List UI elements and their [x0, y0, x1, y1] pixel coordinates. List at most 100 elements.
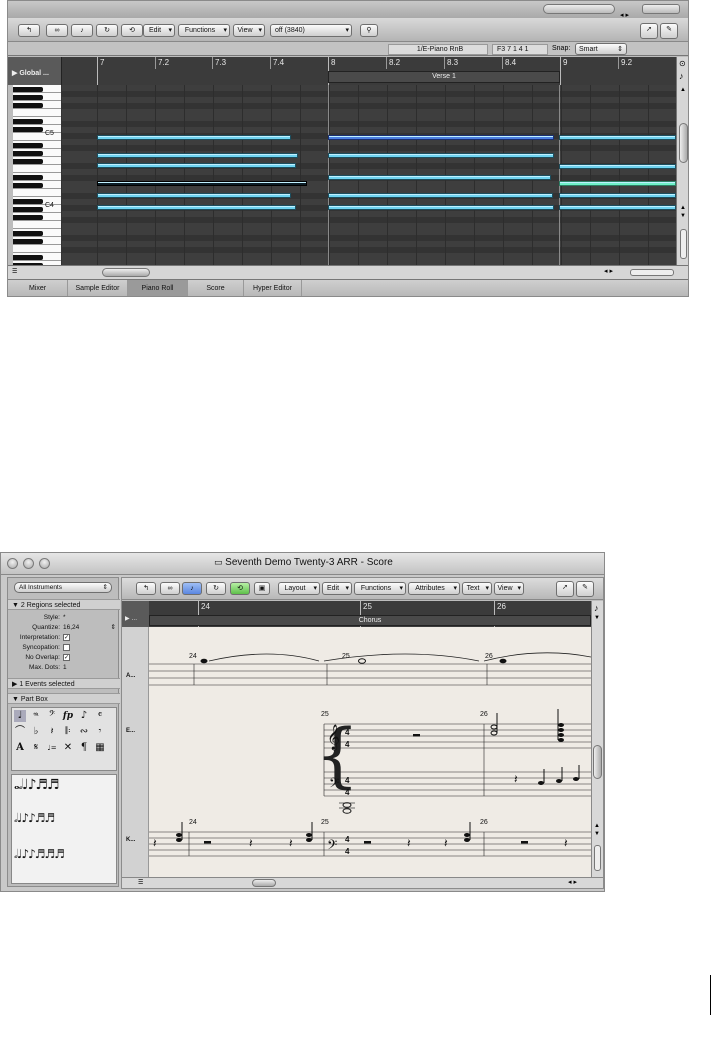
midi-note[interactable] [559, 181, 676, 186]
black-key[interactable] [13, 183, 43, 188]
pencil-tool[interactable]: ✎ [576, 581, 594, 597]
note-values-icon[interactable]: 𝅝𝅗𝅥♩♪♬♬ [14, 777, 60, 793]
midi-note[interactable] [97, 205, 296, 210]
time-sig-icon[interactable]: 𝄴 [94, 710, 106, 722]
tab-hyper-editor[interactable]: Hyper Editor [244, 280, 302, 296]
paragraph-icon[interactable]: ¶ [78, 742, 90, 754]
black-key[interactable] [13, 239, 43, 244]
dynamics-icon[interactable]: fp [62, 710, 74, 722]
tab-piano-roll[interactable]: Piano Roll [128, 280, 188, 296]
region-param[interactable]: No Overlap: ✓ [8, 653, 120, 662]
link-button[interactable]: ∞ [46, 24, 68, 37]
black-key[interactable] [13, 103, 43, 108]
black-key[interactable] [13, 175, 43, 180]
functions-menu[interactable]: Functions [354, 582, 406, 595]
midi-note[interactable] [559, 164, 676, 169]
attributes-menu[interactable]: Attributes [408, 582, 460, 595]
marker-chorus[interactable]: Chorus [149, 615, 591, 626]
tab-mixer[interactable]: Mixer [8, 280, 68, 296]
track-label[interactable]: A... [126, 673, 135, 679]
score-page[interactable]: { 𝄞 𝄢 4 4 4 4 𝄽 𝄢 4 4 𝄽 𝄽 𝄽 𝄽 𝄽 𝄽 24 25 … [149, 627, 591, 877]
score-horizontal-scrollbar[interactable]: ☰ ◂ ▸ [122, 877, 603, 888]
ornament-icon[interactable]: ♪ [78, 710, 90, 722]
cross-icon[interactable]: ✕ [62, 742, 74, 754]
vertical-zoom-slider[interactable] [594, 845, 601, 871]
scroll-arrows-icon[interactable]: ◂ ▸ [568, 878, 577, 886]
text-menu[interactable]: Text [462, 582, 492, 595]
in-button[interactable]: ↻ [96, 24, 118, 37]
midi-note[interactable] [97, 153, 298, 158]
catch-button[interactable]: ⚲ [360, 24, 378, 37]
white-key[interactable] [13, 165, 61, 173]
pedal-icon[interactable]: 𝆮 [30, 710, 42, 722]
capture-button[interactable]: ⟲ [230, 582, 250, 595]
param-value[interactable]: ✓ [63, 633, 70, 641]
region-param[interactable]: Style: * [8, 613, 120, 622]
region-param[interactable]: Max. Dots: 1 [8, 663, 120, 672]
scroll-arrows-icon[interactable]: ◂ ▸ [604, 267, 613, 275]
view-menu[interactable]: View [494, 582, 524, 595]
track-label[interactable]: E... [126, 728, 135, 734]
tab-sample-editor[interactable]: Sample Editor [68, 280, 128, 296]
pointer-tool[interactable]: ➚ [556, 581, 574, 597]
horizontal-scrollbar[interactable]: ☰ ◂ ▸ [8, 265, 688, 279]
black-key[interactable] [13, 95, 43, 100]
layout-menu[interactable]: Layout [278, 582, 320, 595]
tab-score[interactable]: Score [188, 280, 244, 296]
black-key[interactable] [13, 159, 43, 164]
rest-small-icon[interactable]: 𝄾 [94, 726, 106, 738]
vertical-scrollbar[interactable]: ⊙ ♪ ▲ ▲ ▼ [676, 57, 688, 265]
white-key[interactable] [13, 245, 61, 253]
region-param[interactable]: Syncopation: [8, 643, 120, 652]
black-key[interactable] [13, 119, 43, 124]
partbox-header[interactable]: ▼ Part Box [8, 693, 120, 704]
link-button[interactable]: ∞ [160, 582, 180, 595]
midi-note[interactable] [97, 163, 296, 168]
edit-menu[interactable]: Edit [322, 582, 352, 595]
vertical-scroll-thumb[interactable] [593, 745, 602, 779]
midi-note[interactable] [559, 135, 676, 140]
tempo-icon[interactable]: ♩= [46, 742, 58, 754]
midi-note[interactable] [328, 193, 553, 198]
black-key[interactable] [13, 127, 43, 132]
param-value[interactable]: * [63, 614, 66, 621]
black-key[interactable] [13, 151, 43, 156]
midi-note[interactable] [328, 205, 554, 210]
part-box-palette[interactable]: ♩ 𝆮 𝄢 fp ♪ 𝄴 ⌒ ♭ 𝄽 𝄆 ∾ 𝄾 A 𝄋 ♩= ✕ ¶ ▦ [11, 707, 117, 771]
param-value[interactable]: 1 [63, 664, 67, 671]
chord-grid-icon[interactable]: ▦ [94, 742, 106, 754]
white-key[interactable] [13, 133, 61, 141]
functions-menu[interactable]: Functions [178, 24, 230, 37]
repeat-icon[interactable]: 𝄆 [62, 726, 74, 738]
black-key[interactable] [13, 231, 43, 236]
param-value[interactable]: ✓ [63, 653, 70, 661]
score-bar-ruler[interactable]: ▶ … 24 25 26 Chorus [122, 601, 603, 629]
midi-note[interactable] [328, 153, 554, 158]
midi-note[interactable] [328, 135, 554, 140]
scroll-arrows[interactable]: ◂ ▸ [620, 4, 636, 19]
score-vertical-scrollbar[interactable]: ♪ ▼ ▲ ▼ [591, 601, 603, 877]
edit-menu[interactable]: Edit [143, 24, 175, 37]
vertical-zoom-slider[interactable] [680, 229, 687, 259]
black-key[interactable] [13, 87, 43, 92]
accidental-icon[interactable]: ♭ [30, 726, 42, 738]
midi-note[interactable] [97, 135, 291, 140]
instrument-select[interactable]: All Instruments ⇕ [14, 582, 112, 593]
events-header[interactable]: ▶ 1 Events selected [8, 678, 120, 689]
global-tracks-button[interactable]: ▶ … [122, 601, 149, 627]
note-grid[interactable] [62, 85, 676, 265]
regions-header[interactable]: ▼ 2 Regions selected [8, 599, 120, 610]
rest-icon[interactable]: 𝄽 [46, 726, 58, 738]
midi-note[interactable] [97, 181, 307, 186]
mode-select[interactable]: off (3840) [270, 24, 352, 37]
midi-note[interactable] [328, 175, 551, 180]
dotted-note-values-icon[interactable]: 𝅗𝅥♩♪♪♬♬ [14, 811, 55, 826]
pointer-tool[interactable]: ➚ [640, 23, 658, 39]
zoom-control[interactable] [642, 4, 680, 14]
in-button[interactable]: ↻ [206, 582, 226, 595]
segno-icon[interactable]: 𝄋 [30, 742, 42, 754]
triplet-note-values-icon[interactable]: 𝅗𝅥♩♪♪♬♬♬ [14, 847, 65, 862]
white-key[interactable] [13, 109, 61, 117]
text-icon[interactable]: A [14, 742, 26, 754]
pencil-tool[interactable]: ✎ [660, 23, 678, 39]
